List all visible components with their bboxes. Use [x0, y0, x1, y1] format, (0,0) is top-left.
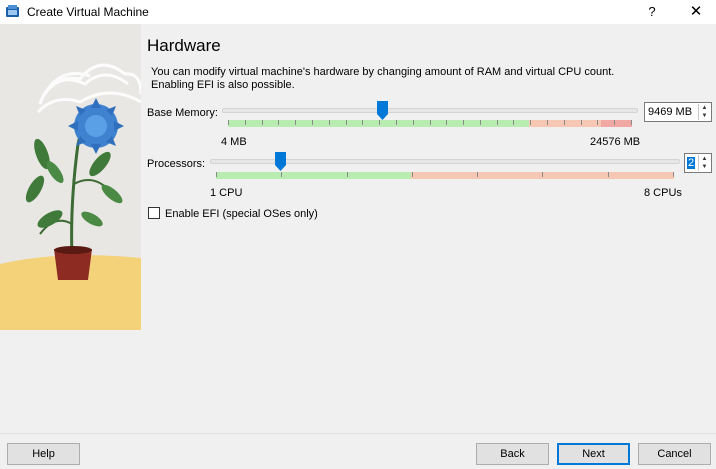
scale-tick	[463, 120, 464, 125]
scale-tick	[245, 120, 246, 125]
spin-up-icon[interactable]: ▲	[699, 104, 710, 112]
scale-tick	[446, 120, 447, 125]
window-title: Create Virtual Machine	[27, 5, 149, 19]
help-button[interactable]: Help	[7, 443, 80, 465]
flower-pot-illustration	[0, 24, 141, 330]
page-description: You can modify virtual machine's hardwar…	[151, 66, 671, 92]
scale-tick	[564, 120, 565, 125]
scale-tick	[542, 172, 543, 177]
memory-max-label: 24576 MB	[590, 136, 641, 148]
enable-efi-checkbox[interactable]	[148, 207, 160, 219]
scale-tick	[329, 120, 330, 125]
page-title: Hardware	[147, 36, 221, 55]
scale-tick	[362, 120, 363, 125]
scale-tick	[413, 120, 414, 125]
base-memory-spin-arrows[interactable]: ▲ ▼	[698, 104, 710, 120]
scale-tick	[480, 120, 481, 125]
scale-tick	[278, 120, 279, 125]
processors-label: Processors:	[147, 158, 206, 170]
scale-tick	[295, 120, 296, 125]
back-button[interactable]: Back	[476, 443, 549, 465]
base-memory-ticks	[228, 120, 632, 127]
button-bar: Help Back Next Cancel	[0, 433, 716, 469]
slider-thumb-icon[interactable]	[275, 152, 286, 171]
spin-up-icon[interactable]: ▲	[699, 155, 710, 163]
scale-tick	[216, 172, 217, 177]
scale-tick	[614, 120, 615, 125]
processors-spinbox[interactable]: 2 ▲ ▼	[684, 153, 712, 173]
description-line: You can modify virtual machine's hardwar…	[151, 66, 615, 78]
wizard-page: Hardware You can modify virtual machine'…	[0, 24, 716, 433]
scale-tick	[281, 172, 282, 177]
scale-tick	[513, 120, 514, 125]
scale-tick	[379, 120, 380, 125]
base-memory-value[interactable]: 9469 MB	[648, 106, 692, 118]
title-bar: Create Virtual Machine ? ✕	[0, 0, 716, 24]
scale-tick	[477, 172, 478, 177]
scale-tick	[412, 172, 413, 177]
scale-tick	[262, 120, 263, 125]
scale-tick	[347, 172, 348, 177]
scale-tick	[673, 172, 674, 177]
processors-max-label: 8 CPUs	[644, 187, 682, 199]
processors-ticks	[216, 172, 674, 179]
scale-tick	[547, 120, 548, 125]
close-button[interactable]: ✕	[684, 0, 708, 24]
processors-min-label: 1 CPU	[210, 187, 243, 199]
slider-thumb-icon[interactable]	[377, 101, 388, 120]
scale-tick	[631, 120, 632, 125]
virtualbox-icon	[6, 5, 19, 17]
spin-down-icon[interactable]: ▼	[699, 163, 710, 171]
scale-tick	[312, 120, 313, 125]
base-memory-slider[interactable]	[222, 108, 638, 113]
memory-min-label: 4 MB	[221, 136, 247, 148]
scale-tick	[430, 120, 431, 125]
scale-tick	[597, 120, 598, 125]
processors-value[interactable]: 2	[687, 157, 696, 169]
help-question-button[interactable]: ?	[640, 0, 664, 24]
base-memory-label: Base Memory:	[147, 107, 218, 119]
description-line: Enabling EFI is also possible.	[151, 79, 295, 91]
scale-tick	[530, 120, 531, 125]
spin-down-icon[interactable]: ▼	[699, 112, 710, 120]
enable-efi-label[interactable]: Enable EFI (special OSes only)	[165, 208, 318, 220]
next-button[interactable]: Next	[557, 443, 630, 465]
scale-tick	[346, 120, 347, 125]
scale-tick	[396, 120, 397, 125]
scale-tick	[608, 172, 609, 177]
scale-tick	[497, 120, 498, 125]
processors-spin-arrows[interactable]: ▲ ▼	[698, 155, 710, 171]
cancel-button[interactable]: Cancel	[638, 443, 711, 465]
base-memory-spinbox[interactable]: 9469 MB ▲ ▼	[644, 102, 712, 122]
scale-tick	[228, 120, 229, 125]
scale-tick	[581, 120, 582, 125]
